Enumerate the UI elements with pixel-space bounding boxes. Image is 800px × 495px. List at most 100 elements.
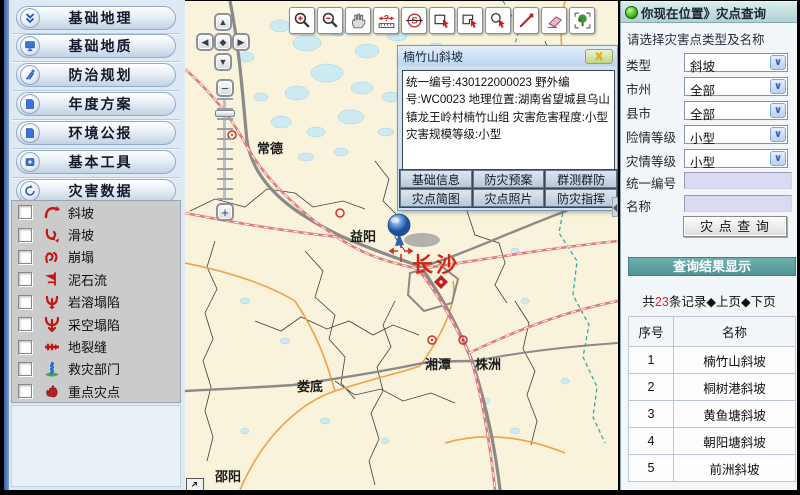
draw-line-tool-button[interactable]	[513, 7, 539, 34]
close-icon[interactable]: X	[585, 49, 613, 64]
pan-down-button[interactable]: ▼	[214, 53, 232, 71]
zoom-in-tool-button[interactable]	[289, 7, 315, 34]
chevron-down-icon: ∨	[770, 151, 786, 166]
tools-icon	[20, 65, 40, 85]
disaster-level-select[interactable]: 小型 ∨	[684, 149, 788, 168]
layer-row-debris-flow[interactable]: 泥石流	[12, 268, 180, 290]
center-icon: ◆	[220, 37, 227, 48]
row-name: 黄鱼塘斜坡	[674, 401, 796, 428]
name-input[interactable]	[684, 195, 792, 212]
field-label: 统一编号	[626, 173, 676, 192]
sidebar: 基础地理 基础地质 防治规划 年度方案 环境公报 基本工具 灾害	[4, 0, 185, 490]
right-arrow-icon: ▶	[238, 37, 245, 48]
city-label-changsha: 长沙	[412, 254, 460, 277]
popup-tab-photos[interactable]: 灾点照片	[473, 189, 545, 207]
layer-checkbox[interactable]	[18, 317, 32, 331]
popup-tab-prevention-plan[interactable]: 防灾预案	[473, 170, 545, 188]
layer-checkbox[interactable]	[18, 295, 32, 309]
pan-up-button[interactable]: ▲	[214, 13, 232, 31]
type-select[interactable]: 斜坡 ∨	[684, 53, 788, 72]
layer-checkbox[interactable]	[18, 228, 32, 242]
popup-tab-command[interactable]: 防灾指挥	[545, 189, 617, 207]
zoom-out-tool-button[interactable]	[317, 7, 343, 34]
prefecture-select[interactable]: 全部 ∨	[684, 77, 788, 96]
layer-checkbox[interactable]	[18, 340, 32, 354]
full-extent-tool-button[interactable]	[569, 7, 595, 34]
layer-checkbox[interactable]	[18, 250, 32, 264]
sidebar-item-prevention-planning[interactable]: 防治规划	[16, 63, 176, 87]
county-select[interactable]: 全部 ∨	[684, 101, 788, 120]
pan-left-button[interactable]: ◀	[196, 33, 214, 51]
row-no: 1	[629, 347, 674, 374]
table-row[interactable]: 2 桐树港斜坡	[629, 374, 796, 401]
popup-info-text: 统一编号:430122000023 野外编号:WC0023 地理位置:湖南省望城…	[402, 70, 615, 170]
pan-right-button[interactable]: ▶	[232, 33, 250, 51]
query-submit-button[interactable]: 灾 点 查 询	[683, 216, 787, 237]
select-value: 全部	[690, 104, 715, 123]
row-name: 桐树港斜坡	[674, 374, 796, 401]
layer-checkbox[interactable]	[18, 205, 32, 219]
chevron-down-icon: ∨	[770, 127, 786, 142]
eraser-tool-button[interactable]	[541, 7, 567, 34]
layer-label: 岩溶塌陷	[68, 292, 120, 311]
debris-flow-icon	[40, 270, 64, 288]
eraser-icon	[545, 11, 564, 30]
zoom-out-button[interactable]: −	[216, 79, 234, 97]
layer-row-collapse[interactable]: 崩塌	[12, 246, 180, 268]
zoom-slider-track[interactable]	[217, 98, 233, 200]
table-row[interactable]: 5 前洲斜坡	[629, 455, 796, 482]
layer-label: 崩塌	[68, 247, 94, 266]
layer-checkbox[interactable]	[18, 362, 32, 376]
record-count: 23	[655, 295, 669, 309]
polygon-select-tool-button[interactable]	[457, 7, 483, 34]
sidebar-item-environment-bulletin[interactable]: 环境公报	[16, 121, 176, 145]
document-icon	[20, 123, 40, 143]
map-canvas[interactable]: 常德 益阳 长沙 湘潭 株洲 娄底 邵阳 ▲ ◀ ◆ ▶ ▼ − + ? S	[185, 1, 618, 490]
pan-center-button[interactable]: ◆	[214, 33, 232, 51]
next-page-link[interactable]: ◆下页	[741, 295, 776, 309]
left-arrow-icon: ◀	[202, 37, 209, 48]
popup-tab-basic-info[interactable]: 基础信息	[400, 170, 472, 188]
layer-row-rescue-department[interactable]: 救灾部门	[12, 358, 180, 380]
scale-icon: S	[405, 11, 424, 30]
layer-row-key-disaster-point[interactable]: 重点灾点	[12, 380, 180, 402]
circle-select-tool-button[interactable]	[485, 7, 511, 34]
layer-row-landslide[interactable]: 滑坡	[12, 223, 180, 245]
layer-label: 重点灾点	[68, 382, 120, 401]
green-dot-icon	[625, 6, 638, 19]
table-row[interactable]: 4 朝阳塘斜坡	[629, 428, 796, 455]
breadcrumb-text: 你现在位置》灾点查询	[641, 3, 766, 22]
pan-hand-icon	[349, 11, 368, 30]
measure-tool-button[interactable]: ?	[373, 7, 399, 34]
rect-select-tool-button[interactable]	[429, 7, 455, 34]
table-row[interactable]: 3 黄鱼塘斜坡	[629, 401, 796, 428]
zoom-in-icon	[293, 11, 312, 30]
risk-level-select[interactable]: 小型 ∨	[684, 125, 788, 144]
layer-row-slope[interactable]: 斜坡	[12, 201, 180, 223]
collapse-icon	[40, 248, 64, 266]
layer-row-mining-collapse[interactable]: 采空塌陷	[12, 313, 180, 335]
sidebar-item-annual-plan[interactable]: 年度方案	[16, 92, 176, 116]
scale-tool-button[interactable]: S	[401, 7, 427, 34]
results-table-header-row: 序号 名称	[629, 317, 796, 347]
popup-tab-group-monitor[interactable]: 群测群防	[545, 170, 617, 188]
form-prompt: 请选择灾害点类型及名称	[627, 29, 765, 48]
zoom-in-button[interactable]: +	[216, 203, 234, 221]
unified-number-input[interactable]	[684, 172, 792, 189]
overview-map-toggle[interactable]: ➔	[186, 478, 204, 490]
sidebar-item-basic-geology[interactable]: 基础地质	[16, 34, 176, 58]
zoom-slider-handle[interactable]	[215, 110, 235, 117]
sidebar-item-basic-tools[interactable]: 基本工具	[16, 150, 176, 174]
table-row[interactable]: 1 楠竹山斜坡	[629, 347, 796, 374]
popup-tab-sketch[interactable]: 灾点简图	[400, 189, 472, 207]
panel-collapse-handle[interactable]	[612, 197, 618, 217]
layer-checkbox[interactable]	[18, 272, 32, 286]
sidebar-item-label: 防治规划	[40, 65, 175, 85]
sidebar-accent-strip	[4, 0, 9, 490]
layer-row-karst-collapse[interactable]: 岩溶塌陷	[12, 291, 180, 313]
layer-checkbox[interactable]	[18, 384, 32, 398]
sidebar-item-basic-geography[interactable]: 基础地理	[16, 6, 176, 30]
pan-tool-button[interactable]	[345, 7, 371, 34]
prev-page-link[interactable]: ◆上页	[706, 295, 741, 309]
layer-row-ground-fissure[interactable]: 地裂缝	[12, 335, 180, 357]
